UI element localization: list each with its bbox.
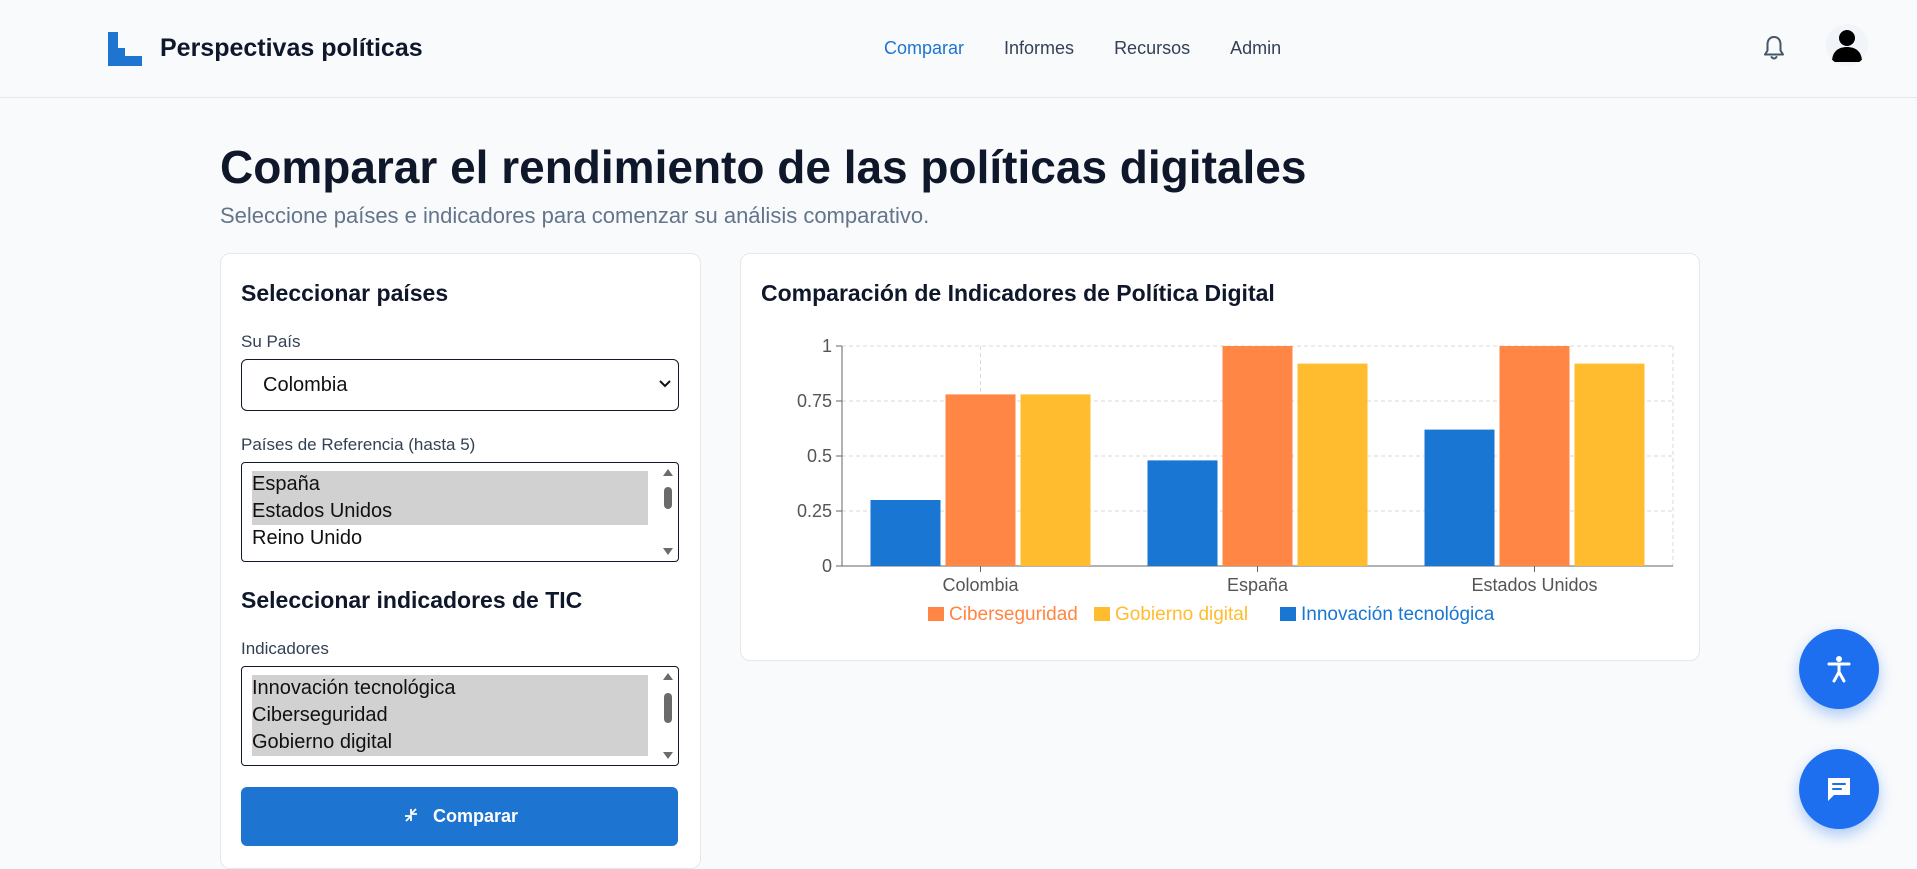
- your-country-label: Su País: [241, 332, 301, 351]
- compare-button[interactable]: Comparar: [241, 787, 678, 846]
- bar[interactable]: [870, 500, 941, 566]
- bar[interactable]: [1297, 363, 1368, 566]
- legend-swatch[interactable]: [1094, 607, 1110, 621]
- page-subtitle: Seleccione países e indicadores para com…: [220, 203, 930, 228]
- y-tick-label: 0: [822, 556, 832, 576]
- your-country-select[interactable]: Colombia: [241, 359, 679, 411]
- bar-chart: 0 0.25 0.5 0.75 1 Colombia España Estados Unido…: [797, 336, 1674, 625]
- y-tick-label: 0.25: [797, 501, 832, 521]
- indicator-option[interactable]: Innovación tecnológica: [252, 675, 648, 702]
- bar[interactable]: [1147, 460, 1218, 566]
- brand-name[interactable]: Perspectivas políticas: [160, 34, 423, 63]
- nav-item-admin[interactable]: Admin: [1230, 38, 1281, 59]
- reference-country-option[interactable]: Estados Unidos: [252, 498, 648, 525]
- x-tick-label: España: [1227, 575, 1289, 595]
- legend-label[interactable]: Ciberseguridad: [949, 604, 1078, 625]
- compare-button-label: Comparar: [433, 806, 519, 826]
- y-tick-label: 1: [822, 336, 832, 356]
- bar[interactable]: [945, 394, 1016, 566]
- legend-label[interactable]: Innovación tecnológica: [1301, 604, 1495, 625]
- bar[interactable]: [1424, 429, 1495, 566]
- nav-item-informes[interactable]: Informes: [1004, 38, 1074, 59]
- page-title: Comparar el rendimiento de las políticas…: [220, 141, 1307, 193]
- selection-panel: Seleccionar países Su País Colombia País…: [220, 253, 701, 869]
- user-avatar[interactable]: [1826, 24, 1868, 66]
- indicators-listbox[interactable]: Innovación tecnológica Ciberseguridad Go…: [241, 666, 679, 766]
- x-tick-label: Estados Unidos: [1471, 575, 1597, 595]
- indicators-heading: Seleccionar indicadores de TIC: [241, 587, 583, 613]
- chevron-down-icon: [659, 380, 671, 388]
- indicator-option[interactable]: Gobierno digital: [252, 729, 648, 756]
- legend-label[interactable]: Gobierno digital: [1115, 604, 1248, 625]
- reference-country-option[interactable]: Reino Unido: [252, 525, 648, 552]
- bar[interactable]: [1020, 394, 1091, 566]
- nav-item-recursos[interactable]: Recursos: [1114, 38, 1190, 59]
- indicator-option[interactable]: Ciberseguridad: [252, 702, 648, 729]
- chart-card: Comparación de Indicadores de Política D…: [740, 253, 1700, 661]
- bell-icon[interactable]: [1762, 34, 1786, 62]
- x-tick-label: Colombia: [942, 575, 1019, 595]
- brand-logo-icon[interactable]: [108, 32, 142, 66]
- indicators-label: Indicadores: [241, 639, 329, 658]
- reference-country-option[interactable]: España: [252, 471, 648, 498]
- reference-countries-listbox[interactable]: España Estados Unidos Reino Unido: [241, 462, 679, 562]
- compare-arrows-icon: [405, 808, 417, 822]
- top-navigation-bar: Perspectivas políticas Comparar Informes…: [0, 0, 1917, 98]
- chat-button[interactable]: [1799, 749, 1879, 829]
- y-tick-label: 0.75: [797, 391, 832, 411]
- bar[interactable]: [1574, 363, 1645, 566]
- accessibility-button[interactable]: [1799, 629, 1879, 709]
- your-country-value: Colombia: [263, 374, 348, 396]
- bar[interactable]: [1222, 346, 1293, 566]
- listbox-scrollbar[interactable]: [661, 467, 675, 557]
- main-nav: Comparar Informes Recursos Admin: [884, 38, 1281, 59]
- reference-countries-label: Países de Referencia (hasta 5): [241, 435, 476, 454]
- bar[interactable]: [1499, 346, 1570, 566]
- y-tick-label: 0.5: [807, 446, 832, 466]
- listbox-scrollbar[interactable]: [661, 671, 675, 761]
- nav-item-comparar[interactable]: Comparar: [884, 38, 964, 59]
- countries-heading: Seleccionar países: [241, 280, 449, 306]
- user-icon: [1832, 30, 1862, 62]
- legend-swatch[interactable]: [928, 607, 944, 621]
- legend-swatch[interactable]: [1280, 607, 1296, 621]
- accessibility-icon: [1827, 656, 1851, 683]
- chat-icon: [1828, 778, 1850, 801]
